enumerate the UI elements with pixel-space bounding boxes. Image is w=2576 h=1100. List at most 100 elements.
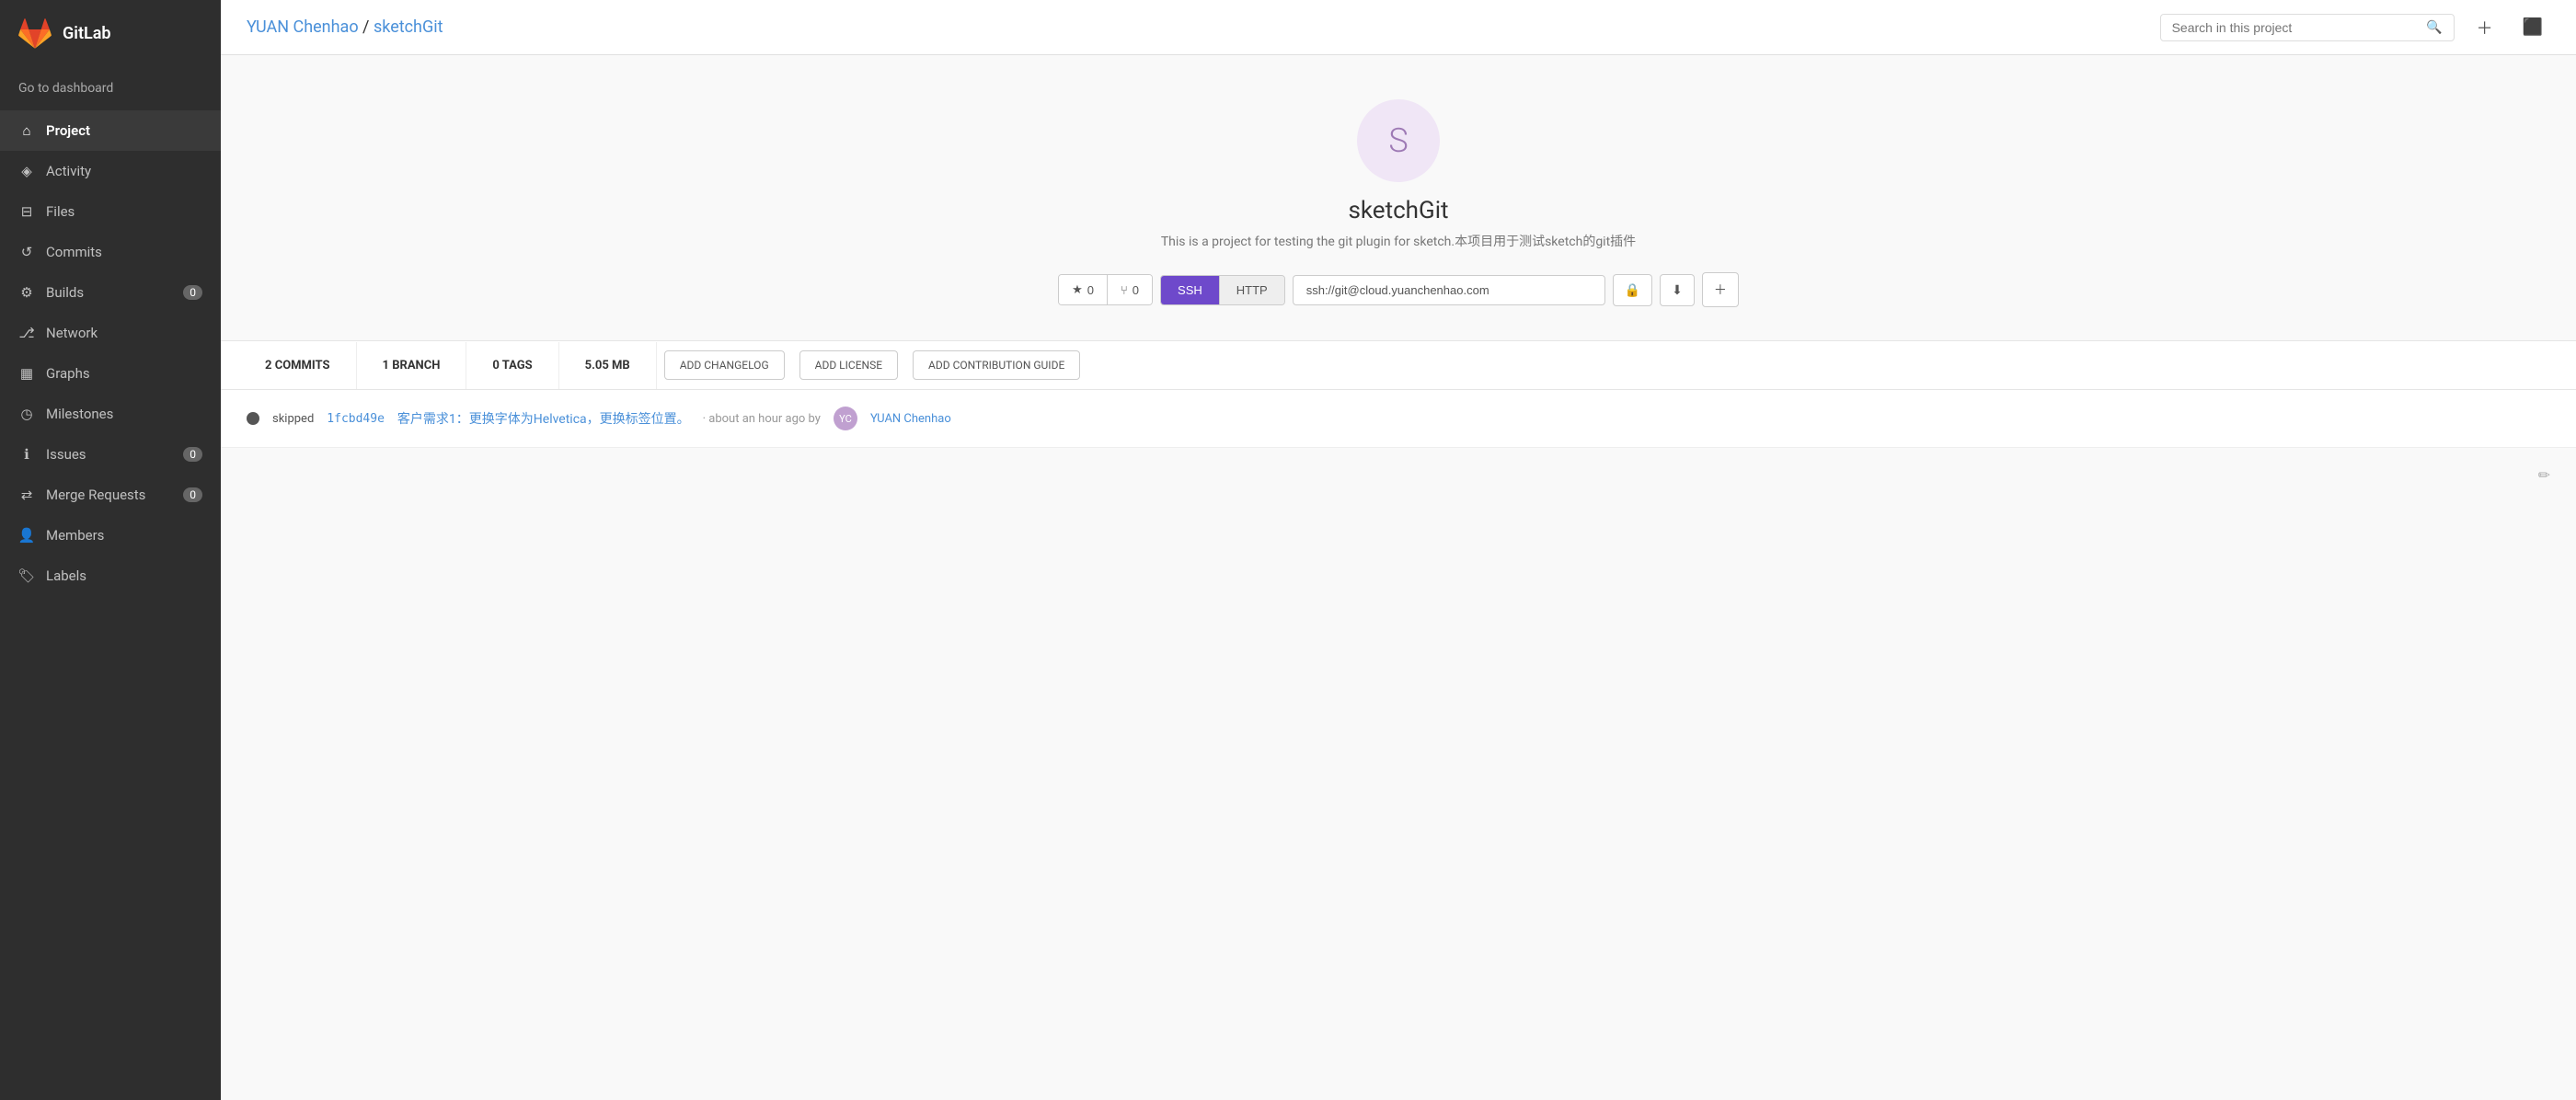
project-avatar: S	[1357, 99, 1440, 182]
search-icon: 🔍	[2426, 20, 2442, 35]
tags-stat[interactable]: 0 TAGS	[466, 342, 558, 389]
repo-url-input[interactable]	[1293, 275, 1605, 305]
sidebar-item-dashboard[interactable]: Go to dashboard	[0, 66, 221, 110]
sidebar-item-builds[interactable]: ⚙ Builds 0	[0, 272, 221, 313]
sidebar-label-issues: Issues	[46, 446, 86, 463]
commit-message[interactable]: 客户需求1：更换字体为Helvetica，更换标签位置。	[397, 409, 690, 428]
forks-button[interactable]: ⑂ 0	[1108, 275, 1152, 304]
sidebar-item-issues[interactable]: ℹ Issues 0	[0, 434, 221, 475]
branch-count: 1 BRANCH	[383, 359, 441, 372]
breadcrumb-separator: /	[359, 17, 374, 37]
sidebar-label-activity: Activity	[46, 163, 91, 179]
stars-forks-group: ★ 0 ⑂ 0	[1058, 274, 1153, 305]
add-contribution-button[interactable]: ADD CONTRIBUTION GUIDE	[913, 350, 1080, 380]
project-avatar-letter: S	[1388, 121, 1408, 160]
project-body: S sketchGit This is a project for testin…	[221, 55, 2576, 1100]
builds-icon: ⚙	[18, 284, 35, 301]
sidebar-item-labels[interactable]: 🏷 Labels	[0, 556, 221, 596]
commit-hash[interactable]: 1fcbd49e	[327, 412, 385, 426]
plus-icon-button[interactable]: ＋	[1702, 272, 1739, 307]
size-stat: 5.05 MB	[559, 342, 657, 389]
sidebar-label-builds: Builds	[46, 284, 84, 301]
project-name: sketchGit	[239, 197, 2558, 224]
sidebar-item-graphs[interactable]: ▦ Graphs	[0, 353, 221, 394]
gitlab-logo-icon	[18, 17, 52, 50]
sidebar-item-project[interactable]: ⌂ Project	[0, 110, 221, 151]
breadcrumb: YUAN Chenhao / sketchGit	[247, 17, 2145, 37]
search-input[interactable]	[2172, 20, 2420, 35]
labels-icon: 🏷	[18, 567, 35, 584]
main-content: YUAN Chenhao / sketchGit 🔍 ＋ ⬛ S sketchG…	[221, 0, 2576, 1100]
header: YUAN Chenhao / sketchGit 🔍 ＋ ⬛	[221, 0, 2576, 55]
add-license-button[interactable]: ADD LICENSE	[799, 350, 898, 380]
star-icon: ★	[1072, 282, 1083, 297]
breadcrumb-owner[interactable]: YUAN Chenhao	[247, 17, 359, 37]
stars-button[interactable]: ★ 0	[1059, 275, 1108, 304]
tags-count: 0 TAGS	[492, 359, 532, 372]
sidebar-label-graphs: Graphs	[46, 365, 90, 382]
sidebar-item-commits[interactable]: ↺ Commits	[0, 232, 221, 272]
sidebar-label-labels: Labels	[46, 567, 86, 584]
sidebar-item-files[interactable]: ⊟ Files	[0, 191, 221, 232]
sidebar-label-commits: Commits	[46, 244, 102, 260]
builds-badge: 0	[183, 285, 202, 300]
forks-count: 0	[1133, 283, 1139, 297]
sidebar-label-files: Files	[46, 203, 75, 220]
repo-size: 5.05 MB	[585, 359, 630, 372]
add-button[interactable]: ＋	[2469, 12, 2501, 43]
commit-author-name[interactable]: YUAN Chenhao	[870, 412, 951, 426]
http-tab[interactable]: HTTP	[1220, 276, 1284, 304]
lock-icon-button[interactable]: 🔒	[1613, 274, 1652, 306]
activity-icon: ◈	[18, 163, 35, 179]
arrow-out-button[interactable]: ⬛	[2515, 14, 2550, 40]
milestones-icon: ◷	[18, 406, 35, 422]
sidebar-item-milestones[interactable]: ◷ Milestones	[0, 394, 221, 434]
issues-badge: 0	[183, 447, 202, 462]
project-description: This is a project for testing the git pl…	[239, 232, 2558, 250]
issues-icon: ℹ	[18, 446, 35, 463]
add-changelog-button[interactable]: ADD CHANGELOG	[664, 350, 785, 380]
edit-bar: ✏	[221, 448, 2576, 502]
ssh-http-tabs: SSH HTTP	[1160, 275, 1285, 305]
commits-stat[interactable]: 2 COMMITS	[239, 342, 357, 389]
sidebar-label-members: Members	[46, 527, 104, 544]
download-icon-button[interactable]: ⬇	[1660, 274, 1695, 306]
commit-status-dot	[247, 412, 259, 425]
url-bar: ★ 0 ⑂ 0 SSH HTTP 🔒 ⬇ ＋	[239, 272, 2558, 307]
members-icon: 👤	[18, 527, 35, 544]
project-info: S sketchGit This is a project for testin…	[221, 55, 2576, 341]
graphs-icon: ▦	[18, 365, 35, 382]
ssh-tab[interactable]: SSH	[1161, 276, 1220, 304]
sidebar-item-network[interactable]: ⎇ Network	[0, 313, 221, 353]
files-icon: ⊟	[18, 203, 35, 220]
merge-requests-badge: 0	[183, 487, 202, 502]
network-icon: ⎇	[18, 325, 35, 341]
commits-count: 2 COMMITS	[265, 359, 330, 372]
sidebar-item-activity[interactable]: ◈ Activity	[0, 151, 221, 191]
stats-bar: 2 COMMITS 1 BRANCH 0 TAGS 5.05 MB ADD CH…	[221, 341, 2576, 390]
commit-meta: · about an hour ago by	[703, 412, 821, 426]
sidebar-label-merge-requests: Merge Requests	[46, 487, 145, 503]
author-avatar: YC	[834, 407, 857, 430]
branch-stat[interactable]: 1 BRANCH	[357, 342, 467, 389]
sidebar-header: GitLab	[0, 0, 221, 66]
sidebar-item-merge-requests[interactable]: ⇄ Merge Requests 0	[0, 475, 221, 515]
merge-icon: ⇄	[18, 487, 35, 503]
commit-status-label: skipped	[272, 412, 314, 426]
breadcrumb-project[interactable]: sketchGit	[374, 17, 443, 37]
pencil-icon[interactable]: ✏	[2538, 466, 2550, 484]
author-initials: YC	[839, 413, 852, 425]
sidebar-item-members[interactable]: 👤 Members	[0, 515, 221, 556]
fork-icon: ⑂	[1121, 283, 1128, 297]
sidebar-label-network: Network	[46, 325, 98, 341]
search-box: 🔍	[2160, 14, 2455, 41]
commit-row: skipped 1fcbd49e 客户需求1：更换字体为Helvetica，更换…	[221, 390, 2576, 448]
app-name: GitLab	[63, 24, 111, 43]
stars-count: 0	[1087, 283, 1094, 297]
commits-icon: ↺	[18, 244, 35, 260]
sidebar-label-project: Project	[46, 122, 90, 139]
sidebar-dashboard-label: Go to dashboard	[18, 81, 113, 96]
home-icon: ⌂	[18, 122, 35, 139]
sidebar-label-milestones: Milestones	[46, 406, 113, 422]
sidebar: GitLab Go to dashboard ⌂ Project ◈ Activ…	[0, 0, 221, 1100]
